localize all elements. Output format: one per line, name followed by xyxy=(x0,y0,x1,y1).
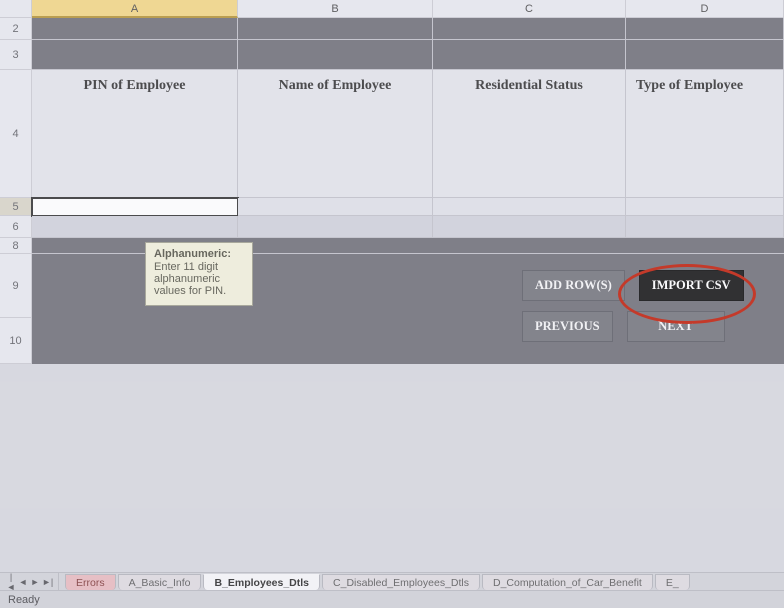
col-header-B[interactable]: B xyxy=(238,0,433,18)
cell-C3[interactable] xyxy=(433,40,626,70)
cell-C6[interactable] xyxy=(433,216,626,238)
tab-errors[interactable]: Errors xyxy=(65,574,116,590)
row-header-6[interactable]: 6 xyxy=(0,216,32,238)
select-all-corner[interactable] xyxy=(0,0,32,18)
import-csv-button[interactable]: IMPORT CSV xyxy=(639,270,744,301)
tab-employees-dtls[interactable]: B_Employees_Dtls xyxy=(203,574,320,590)
sheet-tabs: Errors A_Basic_Info B_Employees_Dtls C_D… xyxy=(59,573,692,590)
row-headers: 2 3 4 5 6 8 9 10 xyxy=(0,18,32,364)
row-header-8[interactable]: 8 xyxy=(0,238,32,254)
tab-e[interactable]: E_ xyxy=(655,574,690,590)
panel-buttons: ADD ROW(S) IMPORT CSV PREVIOUS NEXT xyxy=(522,270,744,342)
cell-D4[interactable]: Type of Employee xyxy=(626,70,784,198)
tooltip-body: Enter 11 digit alphanumeric values for P… xyxy=(154,261,244,297)
grid-row-3 xyxy=(32,40,784,70)
cell-A5[interactable] xyxy=(32,198,238,216)
input-tooltip: Alphanumeric: Enter 11 digit alphanumeri… xyxy=(145,242,253,306)
row-header-3[interactable]: 3 xyxy=(0,40,32,70)
col-header-D[interactable]: D xyxy=(626,0,784,18)
tab-car-benefit[interactable]: D_Computation_of_Car_Benefit xyxy=(482,574,653,590)
previous-button[interactable]: PREVIOUS xyxy=(522,311,613,342)
tab-nav-first-icon[interactable]: |◄ xyxy=(6,572,16,592)
cell-B3[interactable] xyxy=(238,40,433,70)
sheet-tab-bar: |◄ ◄ ► ►| Errors A_Basic_Info B_Employee… xyxy=(0,572,784,590)
cell-D5[interactable] xyxy=(626,198,784,216)
cell-B2[interactable] xyxy=(238,18,433,40)
cell-A2[interactable] xyxy=(32,18,238,40)
tooltip-title: Alphanumeric: xyxy=(154,248,244,260)
cell-D2[interactable] xyxy=(626,18,784,40)
cell-A3[interactable] xyxy=(32,40,238,70)
status-text: Ready xyxy=(8,594,40,606)
column-headers: A B C D xyxy=(32,0,784,18)
worksheet-area: A B C D 2 3 4 5 6 8 9 10 PIN of Employee xyxy=(0,0,784,572)
grid-row-5 xyxy=(32,198,784,216)
cell-C4[interactable]: Residential Status xyxy=(433,70,626,198)
cell-D3[interactable] xyxy=(626,40,784,70)
row-header-4[interactable]: 4 xyxy=(0,70,32,198)
cell-B4[interactable]: Name of Employee xyxy=(238,70,433,198)
cell-D6[interactable] xyxy=(626,216,784,238)
cell-A6[interactable] xyxy=(32,216,238,238)
cell-C2[interactable] xyxy=(433,18,626,40)
col-header-A[interactable]: A xyxy=(32,0,238,18)
cell-B5[interactable] xyxy=(238,198,433,216)
cell-A4[interactable]: PIN of Employee xyxy=(32,70,238,198)
add-row-button[interactable]: ADD ROW(S) xyxy=(522,270,625,301)
status-bar: Ready xyxy=(0,590,784,608)
row-header-9[interactable]: 9 xyxy=(0,254,32,318)
tab-nav-last-icon[interactable]: ►| xyxy=(42,577,52,587)
row-header-2[interactable]: 2 xyxy=(0,18,32,40)
grid: PIN of Employee Name of Employee Residen… xyxy=(32,18,784,364)
cell-B6[interactable] xyxy=(238,216,433,238)
tab-nav-next-icon[interactable]: ► xyxy=(30,577,40,587)
cell-C5[interactable] xyxy=(433,198,626,216)
next-button[interactable]: NEXT xyxy=(627,311,725,342)
tab-disabled-employees[interactable]: C_Disabled_Employees_Dtls xyxy=(322,574,480,590)
tab-nav-buttons: |◄ ◄ ► ►| xyxy=(0,573,59,590)
row-header-5[interactable]: 5 xyxy=(0,198,32,216)
grid-row-4: PIN of Employee Name of Employee Residen… xyxy=(32,70,784,198)
col-header-C[interactable]: C xyxy=(433,0,626,18)
tab-nav-prev-icon[interactable]: ◄ xyxy=(18,577,28,587)
row-header-10[interactable]: 10 xyxy=(0,318,32,364)
grid-row-6 xyxy=(32,216,784,238)
tab-basic-info[interactable]: A_Basic_Info xyxy=(118,574,202,590)
grid-row-2 xyxy=(32,18,784,40)
